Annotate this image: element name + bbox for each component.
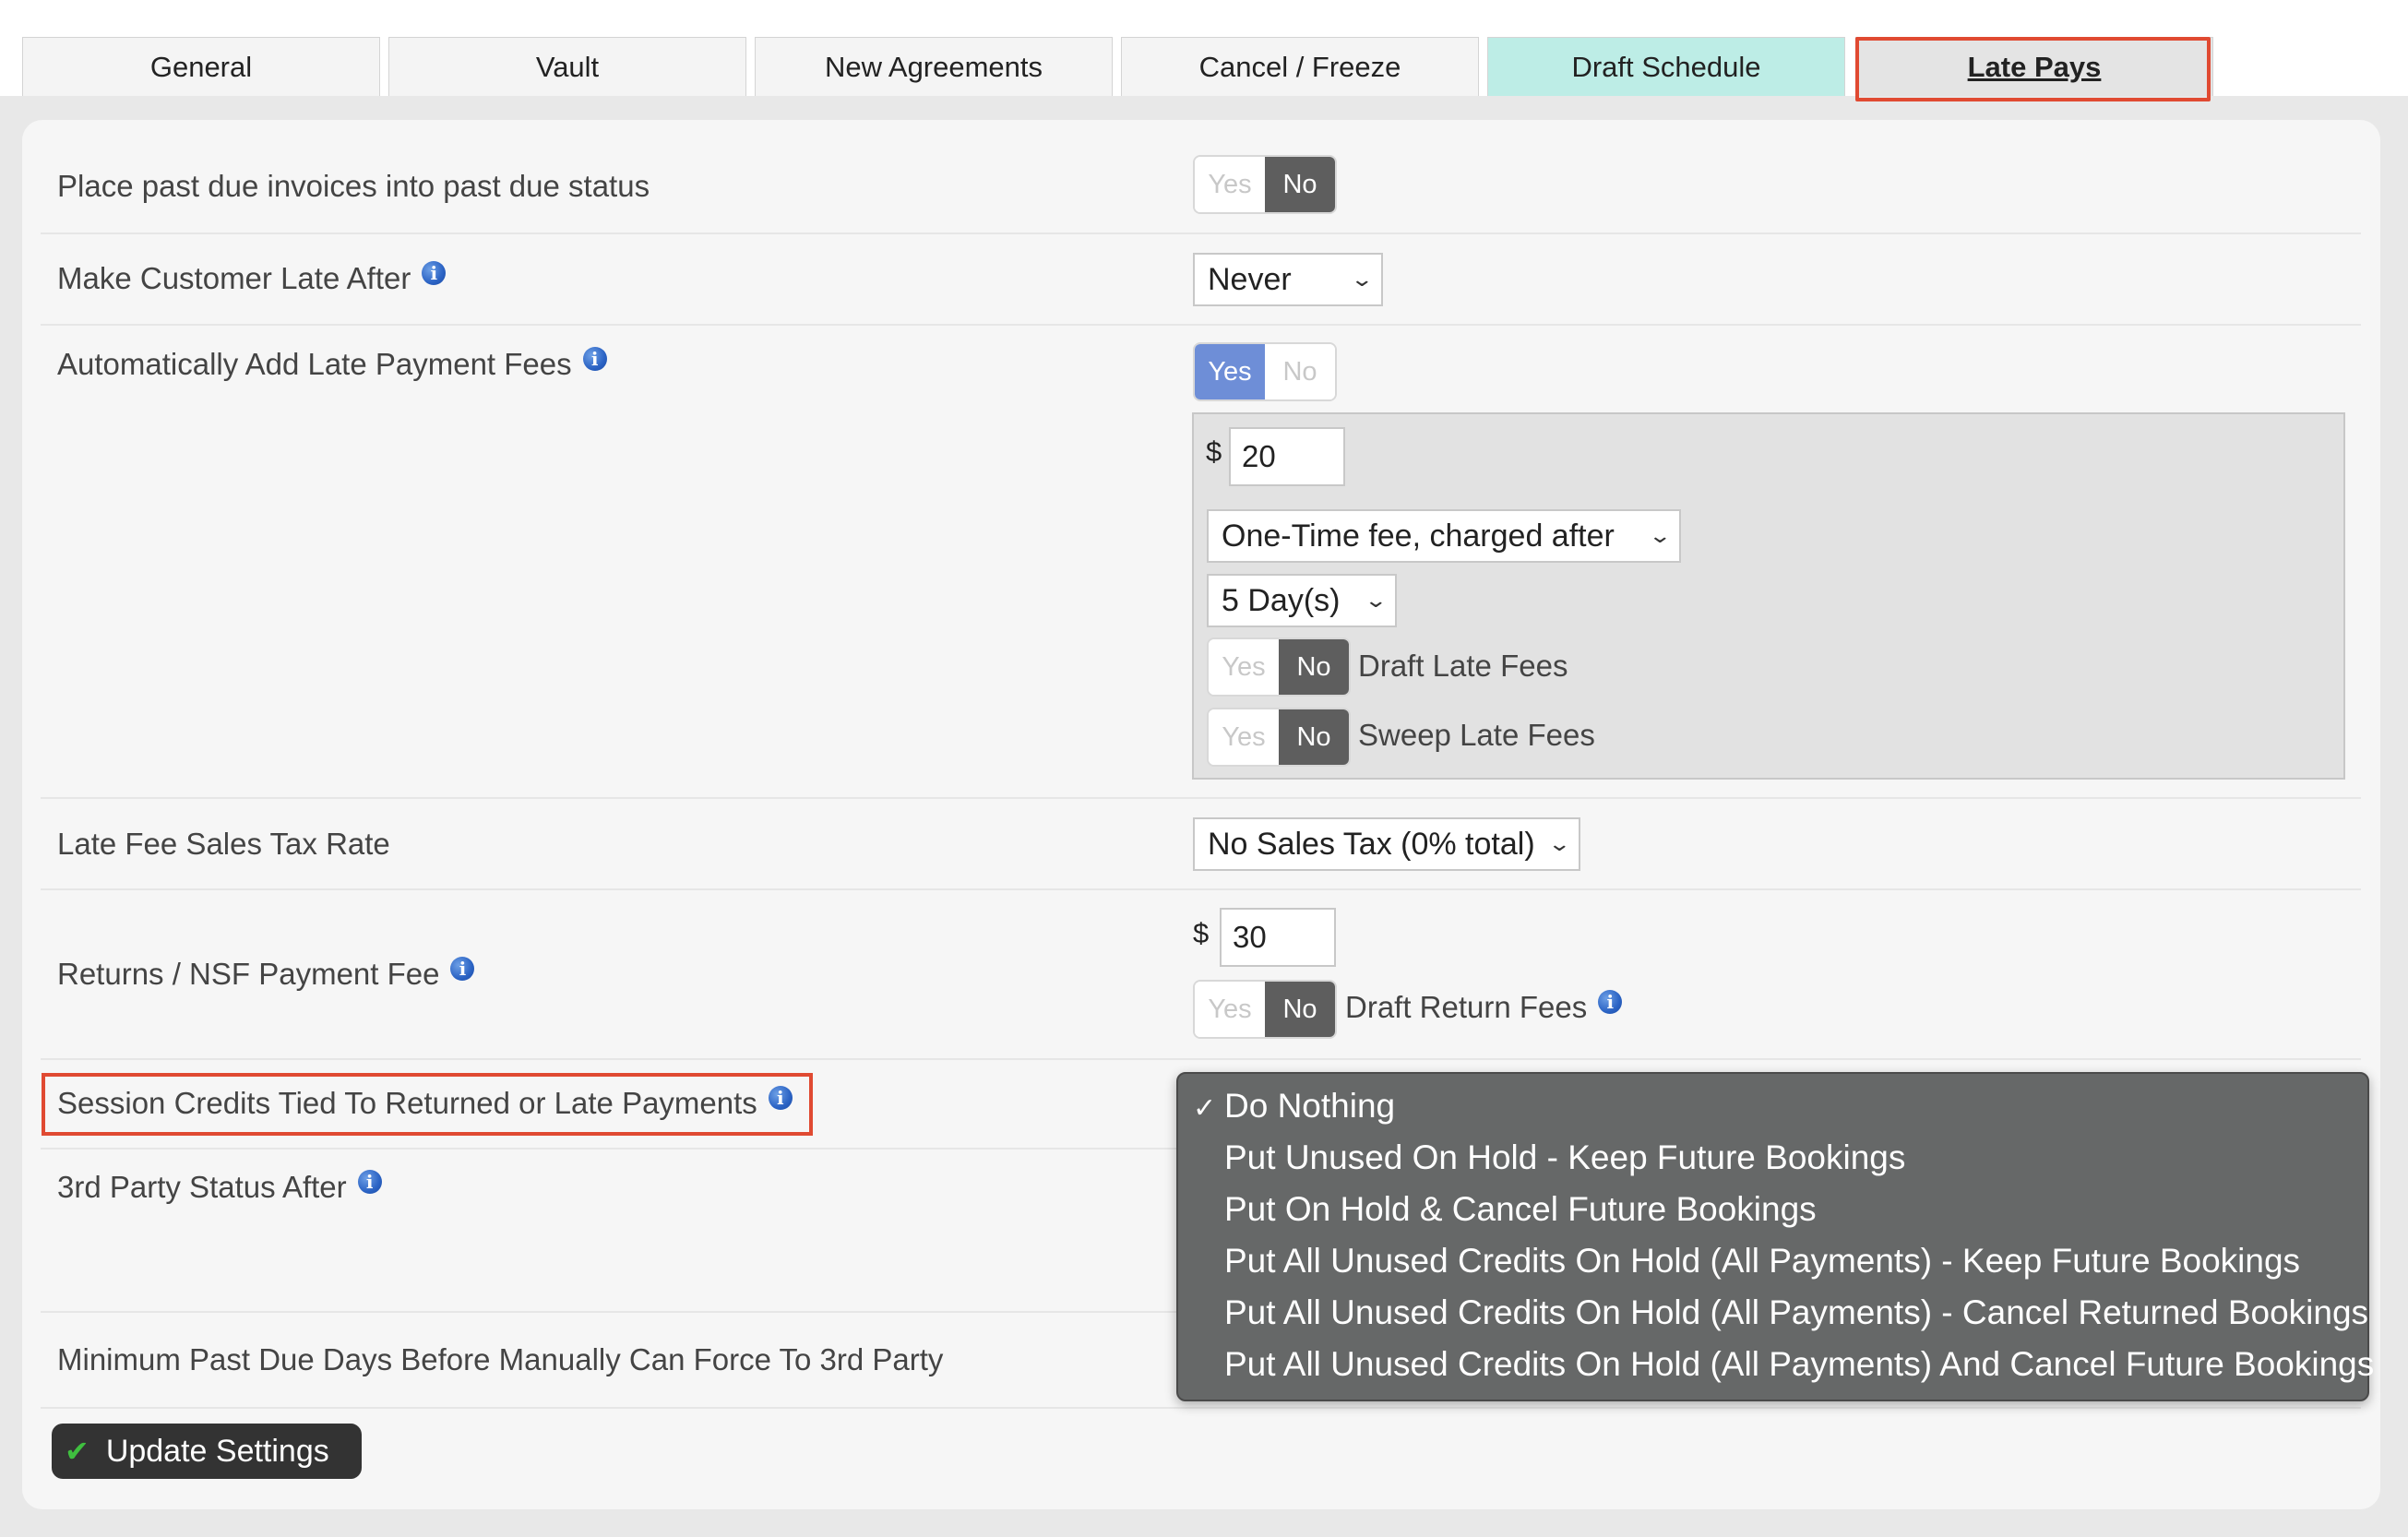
tab-general[interactable]: General: [22, 37, 380, 96]
tab-cancel-freeze[interactable]: Cancel / Freeze: [1121, 37, 1479, 96]
make-late-after-label: Make Customer Late After i: [57, 258, 447, 299]
make-late-after-select[interactable]: Never ⌄: [1193, 253, 1383, 306]
fee-days-select[interactable]: 5 Day(s) ⌄: [1207, 574, 1397, 627]
toggle-yes[interactable]: Yes: [1195, 982, 1265, 1037]
info-icon[interactable]: i: [450, 957, 475, 981]
currency-symbol: $: [1193, 917, 1210, 949]
auto-late-fees-label: Automatically Add Late Payment Fees i: [57, 344, 607, 385]
session-credits-highlight: [42, 1073, 813, 1136]
sweep-late-fees-label: Sweep Late Fees: [1358, 718, 1595, 752]
toggle-yes[interactable]: Yes: [1195, 157, 1265, 212]
toggle-no[interactable]: No: [1279, 639, 1349, 695]
late-fee-amount-input[interactable]: 20: [1229, 427, 1345, 486]
divider: [41, 1407, 2361, 1409]
tab-new-agreements[interactable]: New Agreements: [755, 37, 1113, 96]
dropdown-option[interactable]: Put On Hold & Cancel Future Bookings: [1224, 1190, 1817, 1229]
dropdown-option[interactable]: Put All Unused Credits On Hold (All Paym…: [1224, 1242, 2300, 1281]
toggle-no[interactable]: No: [1265, 982, 1335, 1037]
chevron-down-icon: ⌄: [1363, 589, 1388, 612]
nsf-fee-label: Returns / NSF Payment Fee i: [57, 954, 475, 995]
dropdown-option[interactable]: Put All Unused Credits On Hold (All Paym…: [1224, 1293, 2368, 1332]
draft-late-fees-label: Draft Late Fees: [1358, 649, 1568, 683]
divider: [41, 324, 2361, 326]
checkmark-icon: ✓: [1193, 1093, 1217, 1124]
late-fee-tax-label: Late Fee Sales Tax Rate: [57, 827, 390, 861]
info-icon[interactable]: i: [582, 347, 607, 371]
draft-return-fees-toggle[interactable]: Yes No: [1193, 980, 1337, 1039]
divider: [41, 232, 2361, 234]
draft-return-fees-label: Draft Return Fees i: [1345, 987, 1623, 1028]
session-credits-dropdown-menu: ✓ Do Nothing Put Unused On Hold - Keep F…: [1176, 1072, 2374, 1401]
tab-draft-schedule[interactable]: Draft Schedule: [1487, 37, 1845, 96]
late-fee-tax-select[interactable]: No Sales Tax (0% total) ⌄: [1193, 817, 1580, 871]
draft-late-fees-toggle[interactable]: Yes No: [1207, 637, 1351, 697]
tab-vault[interactable]: Vault: [388, 37, 746, 96]
divider: [41, 888, 2361, 890]
info-icon[interactable]: i: [422, 261, 447, 285]
update-settings-button[interactable]: ✔ Update Settings: [52, 1424, 362, 1479]
chevron-down-icon: ⌄: [1349, 268, 1374, 291]
toggle-no[interactable]: No: [1279, 709, 1349, 765]
dropdown-option[interactable]: Put Unused On Hold - Keep Future Booking…: [1224, 1138, 1905, 1177]
third-party-label: 3rd Party Status After i: [57, 1167, 382, 1208]
currency-symbol: $: [1206, 435, 1222, 468]
toggle-yes[interactable]: Yes: [1195, 344, 1265, 399]
info-icon[interactable]: i: [1598, 990, 1623, 1014]
chevron-down-icon: ⌄: [1546, 832, 1571, 855]
chevron-down-icon: ⌄: [1647, 524, 1672, 547]
auto-late-fees-toggle[interactable]: Yes No: [1193, 342, 1337, 401]
toggle-yes[interactable]: Yes: [1209, 639, 1279, 695]
divider: [41, 797, 2361, 799]
toggle-no[interactable]: No: [1265, 344, 1335, 399]
min-past-due-label: Minimum Past Due Days Before Manually Ca…: [57, 1342, 944, 1376]
fee-type-select[interactable]: One-Time fee, charged after ⌄: [1207, 509, 1681, 563]
info-icon[interactable]: i: [357, 1170, 382, 1194]
toggle-yes[interactable]: Yes: [1209, 709, 1279, 765]
dropdown-option[interactable]: Put All Unused Credits On Hold (All Paym…: [1224, 1345, 2374, 1384]
dropdown-option-do-nothing[interactable]: Do Nothing: [1224, 1087, 1395, 1126]
toggle-no[interactable]: No: [1265, 157, 1335, 212]
active-tab-highlight: [1855, 37, 2211, 101]
past-due-status-toggle[interactable]: Yes No: [1193, 155, 1337, 214]
sweep-late-fees-toggle[interactable]: Yes No: [1207, 708, 1351, 767]
nsf-fee-amount-input[interactable]: 30: [1220, 908, 1336, 967]
divider: [41, 1058, 2361, 1060]
check-icon: ✔: [65, 1435, 89, 1468]
past-due-status-label: Place past due invoices into past due st…: [57, 169, 650, 203]
